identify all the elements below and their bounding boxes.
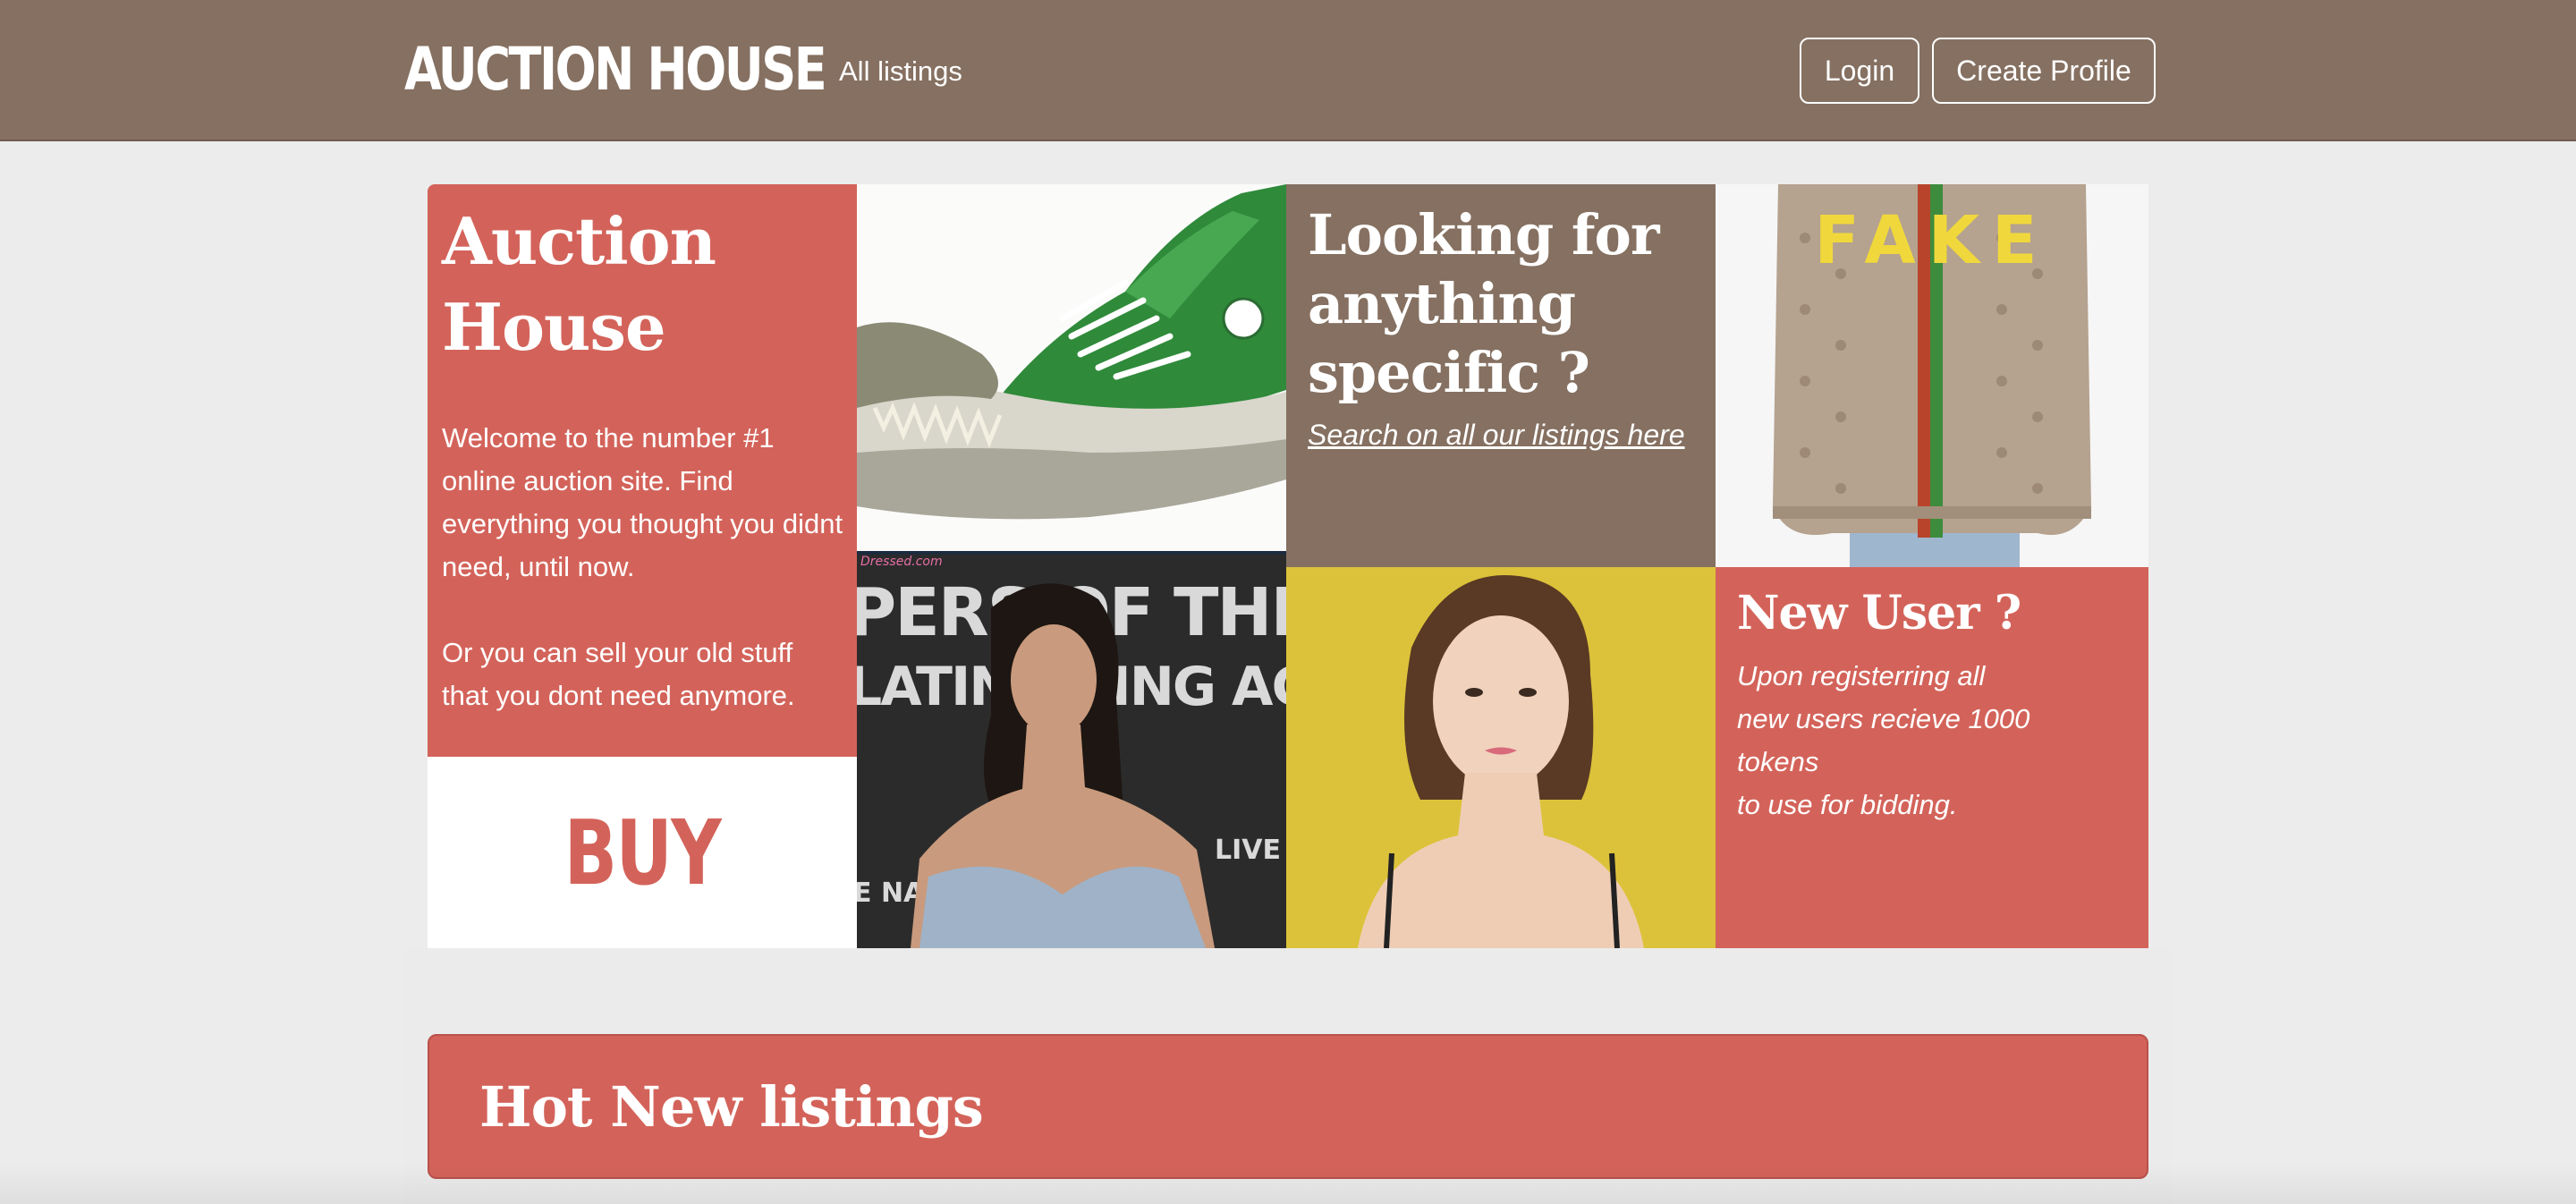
brand-logo[interactable]: AUCTION HOUSE — [404, 32, 827, 107]
new-user-text: Upon registerring all new users recieve … — [1737, 655, 2113, 827]
search-title: Looking for anything specific ? — [1308, 202, 1660, 405]
new-user-line-1: Upon registerring all — [1737, 660, 1986, 691]
red-carpet-illustration: PERS OF THE LATIN RDING AC LIVE N E NAT … — [857, 555, 1286, 948]
photo-watermark: Dressed.com — [860, 555, 943, 569]
svg-text:LIVE N: LIVE N — [1215, 835, 1286, 866]
hot-listings-title: Hot New listings — [479, 1074, 984, 1140]
nav-link-all-listings[interactable]: All listings — [839, 52, 962, 91]
new-user-line-3: tokens — [1737, 746, 1819, 777]
new-user-line-4: to use for bidding. — [1737, 789, 1958, 820]
portrait-illustration — [1286, 567, 1716, 948]
hot-listings-banner: Hot New listings — [428, 1034, 2148, 1179]
intro-tile: Auction House Welcome to the number #1 o… — [428, 184, 857, 757]
shoe-image — [857, 184, 1286, 555]
navbar: AUCTION HOUSE All listings Login Create … — [0, 0, 2576, 141]
croc-sneaker-illustration — [857, 184, 1286, 555]
jacket-image: FAKE — [1716, 184, 2148, 567]
hero-grid: Auction House Welcome to the number #1 o… — [428, 184, 2148, 948]
intro-title: Auction House — [442, 203, 716, 365]
search-listings-link[interactable]: Search on all our listings here — [1308, 419, 1685, 452]
portrait-photo — [1286, 567, 1716, 948]
jacket-print-text: FAKE — [1814, 202, 2049, 279]
create-profile-button[interactable]: Create Profile — [1932, 38, 2156, 104]
search-tile: Looking for anything specific ? Search o… — [1286, 184, 1716, 567]
bottom-shadow — [0, 1163, 2576, 1204]
new-user-tile: New User ? Upon registerring all new use… — [1716, 567, 2148, 948]
new-user-title: New User ? — [1737, 586, 2021, 640]
buy-tile[interactable]: BUY — [428, 757, 857, 948]
intro-paragraph-1: Welcome to the number #1 online auction … — [442, 422, 843, 582]
red-carpet-photo: PERS OF THE LATIN RDING AC LIVE N E NAT … — [857, 555, 1286, 948]
intro-paragraph-2: Or you can sell your old stuff that you … — [442, 637, 795, 711]
buy-label[interactable]: BUY — [564, 801, 722, 905]
new-user-line-2: new users recieve 1000 — [1737, 703, 2030, 734]
jacket-illustration: FAKE — [1716, 184, 2148, 567]
login-button[interactable]: Login — [1800, 38, 1919, 104]
